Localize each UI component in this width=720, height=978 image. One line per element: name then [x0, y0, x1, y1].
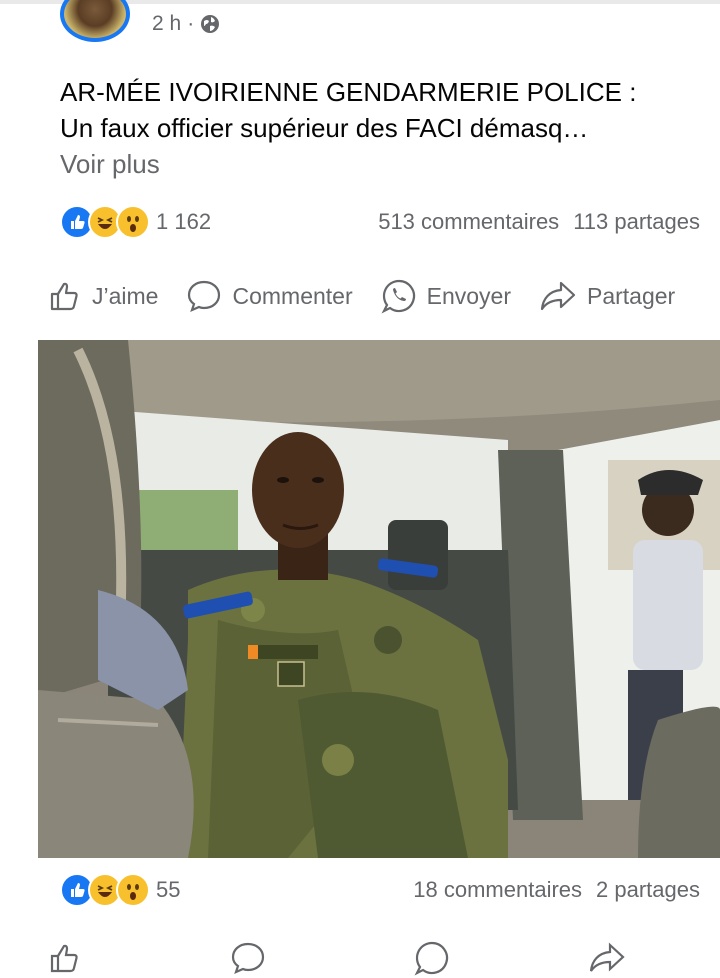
meta-separator: · — [187, 12, 195, 35]
post-text-line-1: AR-MÉE IVOIRIENNE GENDARMERIE POLICE : — [60, 77, 637, 107]
reactions-count[interactable]: 1 162 — [156, 209, 211, 235]
send-label: Envoyer — [426, 282, 511, 309]
post-photo[interactable] — [38, 340, 720, 858]
post-meta: 2 h · — [152, 12, 220, 36]
comments-count[interactable]: 513 commentaires — [378, 209, 559, 235]
see-more-link[interactable]: Voir plus — [60, 146, 700, 182]
post-actions-bar: J’aime Commenter Envoyer Partager — [48, 276, 720, 316]
shares-count[interactable]: 113 partages — [573, 209, 700, 235]
author-avatar[interactable] — [60, 0, 130, 42]
share-icon — [589, 942, 625, 972]
next-send-button[interactable] — [414, 940, 450, 976]
next-reaction-icons[interactable] — [60, 873, 150, 907]
next-comment-button[interactable] — [230, 941, 266, 975]
next-post-reactions-summary: 55 18 commentaires 2 partages — [60, 872, 700, 908]
globe-icon — [201, 15, 220, 33]
next-reactions-count[interactable]: 55 — [156, 877, 180, 903]
share-label: Partager — [587, 282, 676, 309]
share-icon — [540, 281, 576, 311]
thumbs-up-icon — [50, 944, 78, 973]
comment-button[interactable]: Commenter — [186, 279, 353, 313]
reactions-summary: 1 162 513 commentaires 113 partages — [60, 204, 700, 240]
post-photo-illustration — [38, 340, 720, 858]
post-time[interactable]: 2 h — [152, 12, 181, 36]
send-button[interactable]: Envoyer — [381, 278, 511, 314]
next-post-actions-bar — [48, 938, 720, 978]
whatsapp-icon — [381, 279, 415, 314]
post-text: AR-MÉE IVOIRIENNE GENDARMERIE POLICE : U… — [60, 74, 700, 182]
next-shares-count[interactable]: 2 partages — [596, 877, 700, 903]
like-label: J’aime — [92, 282, 159, 309]
whatsapp-icon — [414, 941, 449, 976]
post-text-line-2: Un faux officier supérieur des FACI déma… — [60, 113, 589, 143]
wow-reaction-icon — [116, 873, 150, 907]
comment-icon — [231, 942, 265, 974]
wow-reaction-icon — [116, 205, 150, 239]
like-button[interactable]: J’aime — [48, 279, 158, 313]
next-comments-count[interactable]: 18 commentaires — [413, 877, 582, 903]
comment-icon — [188, 280, 221, 312]
thumbs-up-icon — [50, 282, 78, 311]
share-button[interactable]: Partager — [539, 279, 675, 313]
next-share-button[interactable] — [588, 941, 626, 975]
comment-label: Commenter — [232, 282, 353, 309]
next-like-button[interactable] — [48, 941, 82, 975]
reaction-icons[interactable] — [60, 205, 150, 239]
